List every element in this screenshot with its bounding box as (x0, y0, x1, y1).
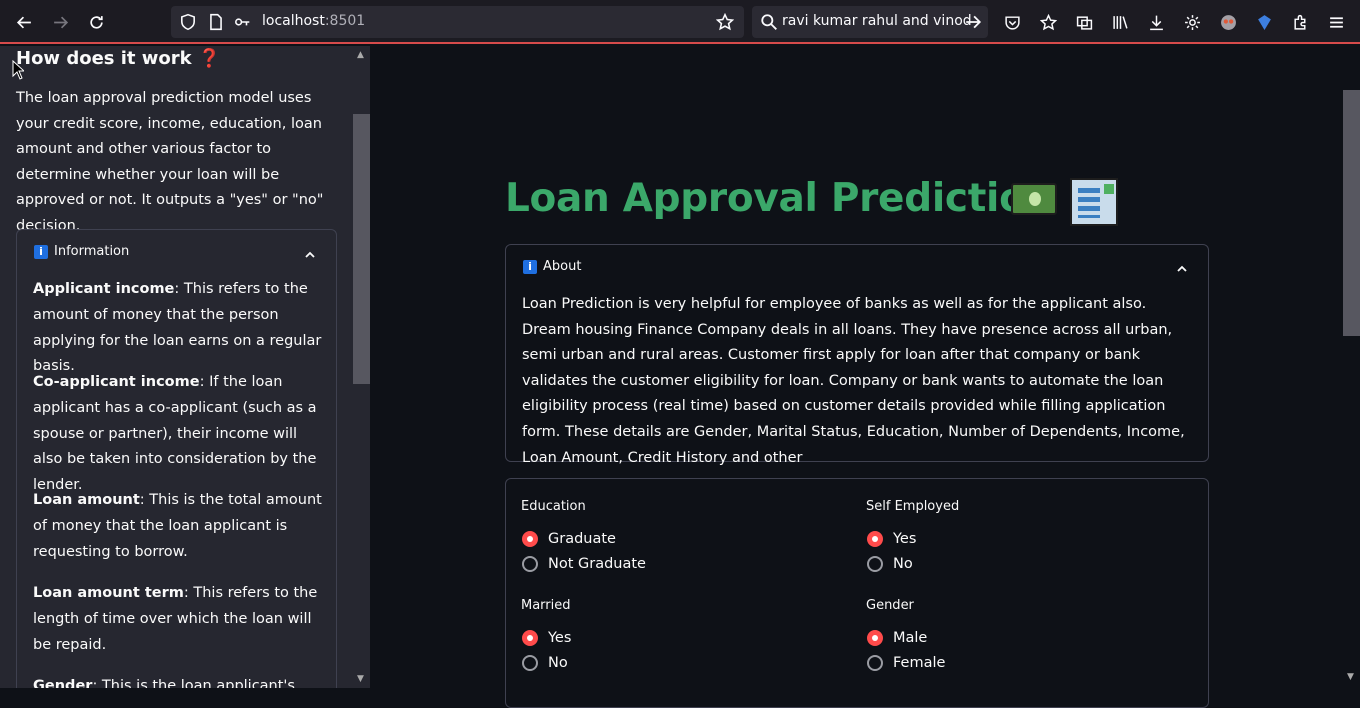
radio-selected[interactable] (867, 531, 883, 547)
radio-selected[interactable] (522, 630, 538, 646)
mouse-cursor-icon (12, 60, 24, 80)
menu-icon[interactable] (1322, 8, 1350, 36)
info-icon: i (34, 244, 48, 259)
main-scrollbar-thumb[interactable] (1343, 90, 1360, 336)
downloads-icon[interactable] (1142, 8, 1170, 36)
radio-unselected[interactable] (867, 556, 883, 572)
search-go-icon[interactable] (964, 13, 982, 31)
married-option-no[interactable]: No (522, 655, 568, 671)
about-text: Loan Prediction is very helpful for empl… (522, 296, 1185, 466)
sidebar: How does it work ❓ The loan approval pre… (0, 46, 370, 688)
browser-toolbar: localhost:8501 ravi kumar rahul and vino… (0, 0, 1360, 44)
permissions-icon[interactable] (233, 13, 251, 31)
scroll-down-arrow-icon[interactable]: ▼ (1347, 672, 1354, 682)
profile-avatar-icon[interactable] (1214, 8, 1242, 36)
page-icon[interactable] (207, 13, 225, 31)
gender-label: Gender (866, 598, 914, 613)
settings-gear-icon[interactable] (1178, 8, 1206, 36)
question-mark-icon: ❓ (197, 48, 221, 69)
synced-tabs-icon[interactable] (1070, 8, 1098, 36)
info-item-applicant-income: Applicant income: This refers to the amo… (33, 281, 322, 375)
page-title: Loan Approval Prediction (505, 176, 1054, 221)
about-expander-label: About (543, 259, 582, 274)
search-text[interactable]: ravi kumar rahul and vinod (782, 13, 972, 29)
sidebar-title: How does it work ❓ (16, 48, 221, 69)
money-emoji-icon (1011, 183, 1057, 215)
self-employed-option-no[interactable]: No (867, 556, 913, 572)
pocket-icon[interactable] (998, 8, 1026, 36)
main-scrollbar[interactable]: ▼ (1343, 46, 1360, 688)
radio-selected[interactable] (522, 531, 538, 547)
shield-icon[interactable] (179, 13, 197, 31)
scroll-up-arrow-icon[interactable]: ▲ (357, 50, 364, 60)
about-expander-header[interactable]: i About (523, 259, 581, 274)
chevron-up-icon[interactable] (1175, 261, 1189, 275)
vpn-extension-icon[interactable] (1250, 8, 1278, 36)
information-expander-header[interactable]: i Information (34, 244, 129, 259)
info-item-gender: Gender: This is the loan applicant's gen… (33, 678, 295, 688)
education-option-not-graduate[interactable]: Not Graduate (522, 556, 646, 572)
info-item-coapplicant-income: Co-applicant income: If the loan applica… (33, 374, 317, 494)
info-item-loan-amount-term: Loan amount term: This refers to the len… (33, 585, 318, 653)
loan-form: Education Graduate Not Graduate Self Emp… (505, 478, 1209, 708)
information-expander[interactable]: i Information Applicant income: This ref… (16, 229, 337, 688)
education-option-graduate[interactable]: Graduate (522, 531, 616, 547)
radio-unselected[interactable] (522, 556, 538, 572)
sidebar-scrollbar[interactable]: ▲ ▼ (353, 46, 370, 688)
search-icon (760, 13, 778, 31)
forward-button[interactable] (46, 8, 74, 36)
chevron-up-icon[interactable] (303, 247, 317, 261)
reload-button[interactable] (82, 8, 110, 36)
radio-unselected[interactable] (867, 655, 883, 671)
url-text[interactable]: localhost:8501 (262, 13, 365, 29)
info-icon: i (523, 259, 537, 274)
url-bar[interactable]: localhost:8501 (171, 6, 744, 38)
back-button[interactable] (10, 8, 38, 36)
self-employed-option-yes[interactable]: Yes (867, 531, 916, 547)
info-item-loan-amount: Loan amount: This is the total amount of… (33, 492, 322, 560)
library-icon[interactable] (1106, 8, 1134, 36)
gender-option-male[interactable]: Male (867, 630, 927, 646)
scroll-down-arrow-icon[interactable]: ▼ (357, 674, 364, 684)
about-expander[interactable]: i About Loan Prediction is very helpful … (505, 244, 1209, 466)
information-expander-label: Information (54, 244, 130, 259)
bookmark-star-icon[interactable] (715, 12, 735, 31)
main-content: Loan Approval Prediction i About Loan Pr… (370, 46, 1360, 708)
bookmarks-star-icon[interactable] (1034, 8, 1062, 36)
sidebar-scrollbar-thumb[interactable] (353, 114, 370, 384)
radio-unselected[interactable] (522, 655, 538, 671)
radio-selected[interactable] (867, 630, 883, 646)
self-employed-label: Self Employed (866, 499, 960, 514)
search-bar[interactable]: ravi kumar rahul and vinod (752, 6, 988, 38)
married-label: Married (521, 598, 571, 613)
extensions-icon[interactable] (1286, 8, 1314, 36)
gender-option-female[interactable]: Female (867, 655, 945, 671)
married-option-yes[interactable]: Yes (522, 630, 571, 646)
education-label: Education (521, 499, 586, 514)
sidebar-intro-text: The loan approval prediction model uses … (16, 90, 324, 234)
bank-building-emoji-icon (1070, 178, 1118, 226)
